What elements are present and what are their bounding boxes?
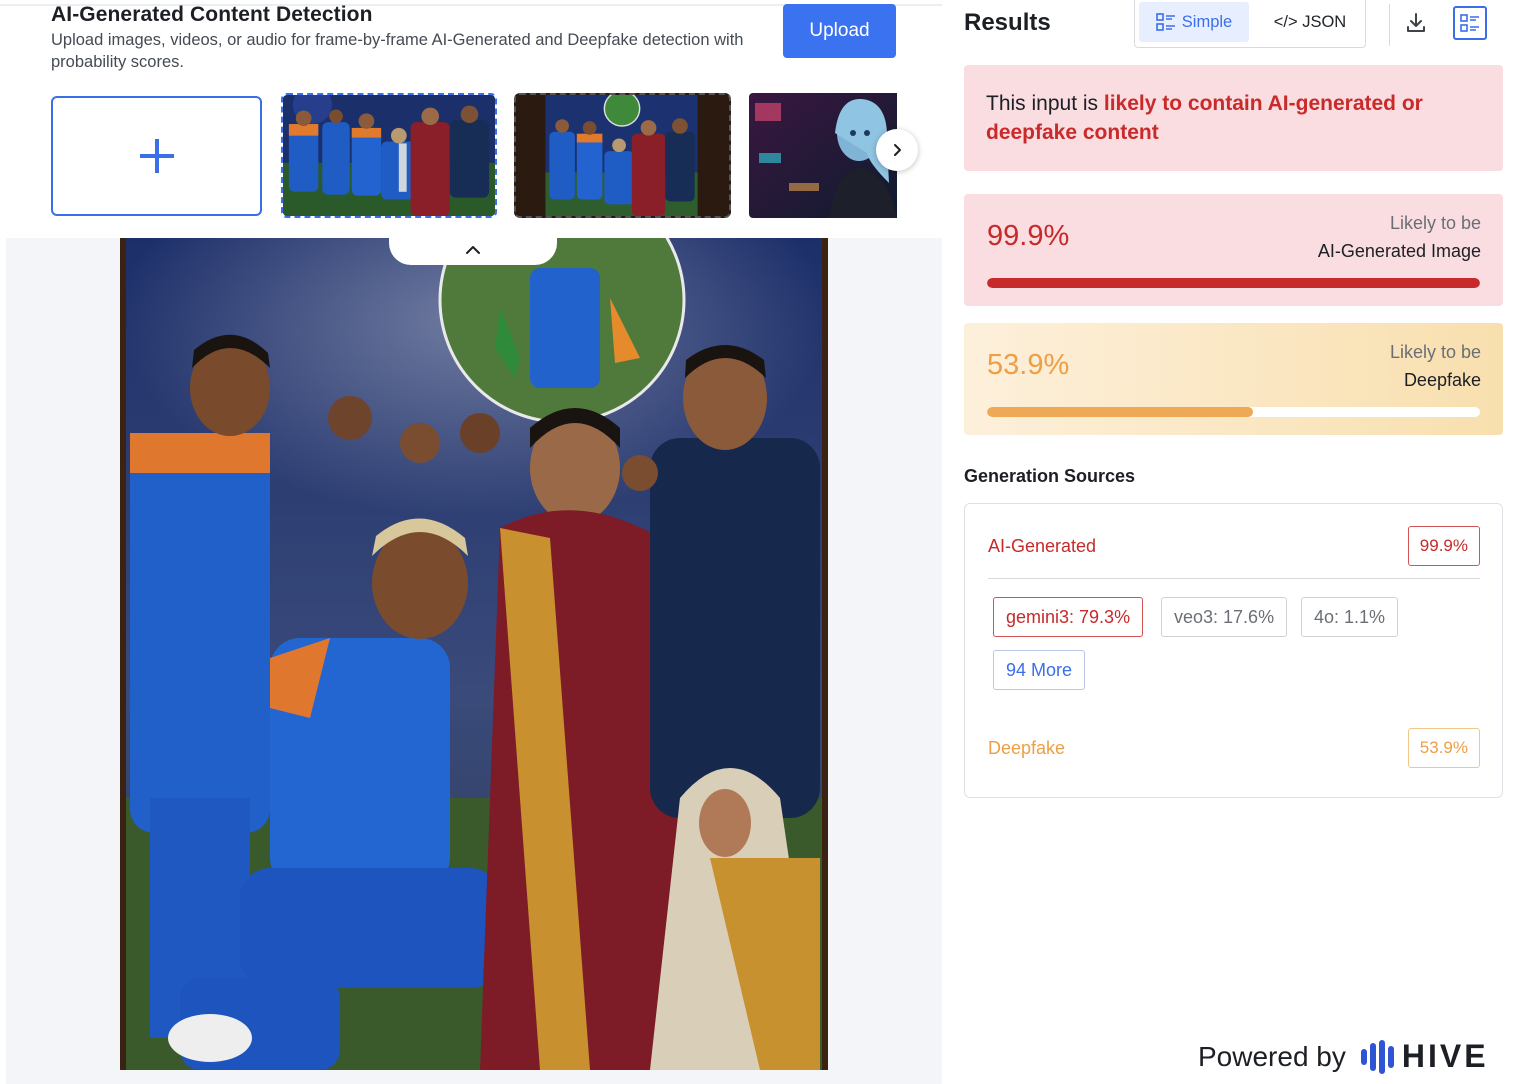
preview-image-content: [120, 238, 828, 1070]
thumbnail-image: [283, 95, 495, 216]
page-subtitle: Upload images, videos, or audio for fram…: [51, 31, 744, 71]
chevron-right-icon: [894, 144, 901, 156]
upload-button[interactable]: Upload: [783, 4, 896, 58]
collapse-thumbnails-button[interactable]: [389, 234, 557, 265]
results-panel: Results Simple </> JSON This input is li…: [942, 0, 1536, 1084]
download-button[interactable]: [1398, 6, 1434, 40]
ai-generated-progress-track: [987, 278, 1480, 288]
deepfake-progress-fill: [987, 407, 1253, 417]
hive-logo-icon: [1360, 1039, 1394, 1074]
deepfake-source-badge: 53.9%: [1407, 728, 1480, 768]
ai-generated-score-caption: Likely to be: [1389, 213, 1481, 233]
deepfake-score-label: Deepfake: [1403, 370, 1481, 390]
page-title: AI-Generated Content Detection: [51, 3, 373, 26]
view-toggle: Simple </> JSON: [1134, 0, 1366, 48]
details-view-button[interactable]: [1453, 6, 1487, 40]
view-simple-tab[interactable]: Simple: [1139, 2, 1249, 42]
source-chip-4o: 4o: 1.1%: [1301, 597, 1399, 637]
ai-generated-score-card: 99.9% Likely to be AI-Generated Image: [964, 194, 1503, 306]
source-chip-gemini3: gemini3: 79.3%: [993, 597, 1144, 637]
list-view-icon: [1155, 13, 1175, 31]
preview-image: [120, 238, 828, 1070]
generation-sources-card: AI-Generated 99.9% gemini3: 79.3% veo3: …: [964, 503, 1503, 798]
hive-brand-text: HIVE: [1401, 1038, 1489, 1074]
powered-by-text: Powered by: [1198, 1040, 1346, 1072]
view-json-tab[interactable]: </> JSON: [1257, 2, 1363, 42]
more-sources-button[interactable]: 94 More: [993, 650, 1086, 690]
sources-divider: [988, 578, 1480, 579]
ai-generated-score-label: AI-Generated Image: [1317, 241, 1481, 261]
deepfake-score-value: 53.9%: [987, 349, 1070, 381]
media-thumbnail-selected[interactable]: [281, 93, 497, 218]
powered-by-footer: Powered by HIVE: [1198, 1038, 1489, 1075]
ai-generated-source-label: AI-Generated: [988, 536, 1097, 556]
toolbar-divider: [1389, 4, 1390, 46]
source-chip-veo3: veo3: 17.6%: [1161, 597, 1288, 637]
upload-panel: AI-Generated Content Detection Upload im…: [0, 0, 942, 1084]
deepfake-source-label: Deepfake: [988, 738, 1066, 758]
details-list-icon: [1460, 14, 1479, 32]
media-thumbnail[interactable]: [514, 93, 731, 218]
download-icon: [1407, 13, 1425, 32]
view-json-label: </> JSON: [1273, 12, 1347, 31]
ai-generated-progress-fill: [987, 278, 1480, 288]
verdict-prefix: This input is: [986, 92, 1104, 115]
chevron-up-icon: [466, 245, 480, 254]
thumbnail-next-button[interactable]: [876, 129, 918, 171]
view-simple-label: Simple: [1181, 12, 1233, 31]
media-thumbnail[interactable]: [749, 93, 897, 218]
deepfake-score-caption: Likely to be: [1389, 342, 1481, 362]
plus-icon: [139, 139, 174, 173]
verdict-banner: This input is likely to contain AI-gener…: [964, 65, 1503, 171]
ai-generated-score-value: 99.9%: [987, 220, 1070, 252]
thumbnail-image: [516, 95, 729, 216]
deepfake-score-card: 53.9% Likely to be Deepfake: [964, 323, 1503, 435]
generation-sources-title: Generation Sources: [964, 466, 1136, 486]
ai-generated-source-badge: 99.9%: [1407, 526, 1480, 566]
hive-logo: HIVE: [1360, 1038, 1489, 1075]
add-media-button[interactable]: [51, 96, 262, 216]
results-title: Results: [964, 9, 1051, 36]
thumbnail-image: [749, 93, 897, 218]
deepfake-progress-track: [987, 407, 1480, 417]
